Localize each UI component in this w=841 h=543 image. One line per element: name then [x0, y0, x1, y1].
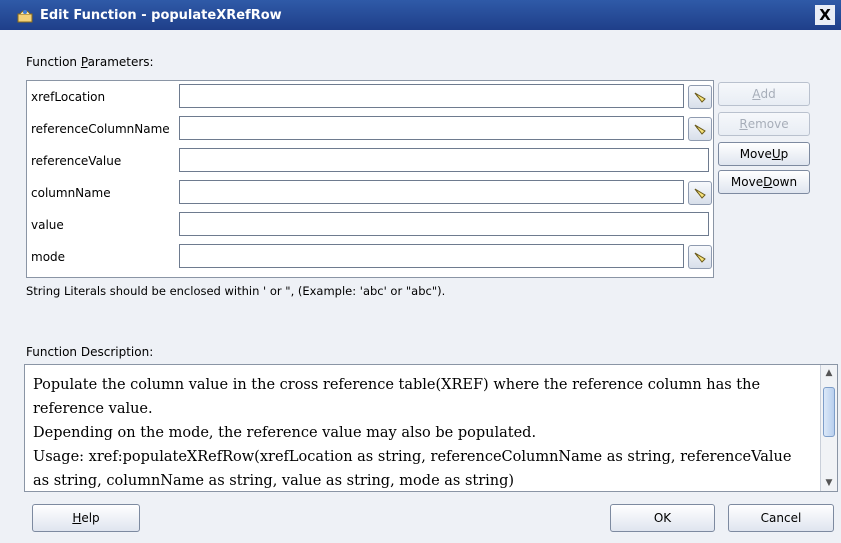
param-value-input[interactable] — [179, 212, 709, 236]
edit-function-dialog: Edit Function - populateXRefRow X Functi… — [0, 0, 841, 543]
string-literals-hint: String Literals should be enclosed withi… — [26, 284, 446, 298]
move-up-pre: Move — [739, 147, 772, 161]
help-button[interactable]: Help — [32, 504, 140, 532]
param-value-input[interactable] — [179, 116, 684, 140]
heading-pre: Function — [26, 55, 81, 69]
close-button[interactable]: X — [815, 5, 835, 25]
title-bar[interactable]: Edit Function - populateXRefRow X — [0, 0, 841, 30]
move-down-rest: own — [772, 175, 798, 189]
move-up-mnemonic: U — [771, 147, 781, 161]
param-name: referenceColumnName — [31, 122, 170, 136]
param-value-input[interactable] — [179, 244, 684, 268]
description-line: Depending on the mode, the reference val… — [33, 425, 537, 441]
function-description-heading: Function Description: — [26, 345, 154, 359]
app-icon — [16, 6, 34, 24]
param-name: referenceValue — [31, 154, 122, 168]
move-up-rest: p — [780, 147, 789, 161]
param-row: columnName — [27, 177, 713, 209]
param-value-input[interactable] — [179, 148, 709, 172]
remove-mnemonic: R — [739, 117, 748, 131]
add-mnemonic: A — [752, 87, 761, 101]
description-line: Usage: xref:populateXRefRow(xrefLocation… — [33, 449, 792, 465]
move-down-button[interactable]: Move Down — [718, 170, 810, 194]
function-description-area[interactable]: Populate the column value in the cross r… — [24, 364, 838, 492]
dialog-title: Edit Function - populateXRefRow — [40, 7, 282, 23]
expression-builder-icon[interactable] — [688, 181, 712, 205]
description-scrollbar[interactable]: ▲ ▼ — [820, 365, 837, 491]
scroll-down-icon[interactable]: ▼ — [823, 477, 835, 489]
param-row: mode — [27, 241, 713, 273]
description-line: reference value. — [33, 401, 153, 417]
heading-post: arameters: — [87, 55, 154, 69]
add-label-rest: dd — [760, 87, 776, 101]
remove-button[interactable]: Remove — [718, 112, 810, 136]
description-text: Populate the column value in the cross r… — [33, 373, 813, 491]
scroll-thumb[interactable] — [823, 387, 835, 437]
param-row: value — [27, 209, 713, 241]
expression-builder-icon[interactable] — [688, 85, 712, 109]
param-row: referenceValue — [27, 145, 713, 177]
cancel-button[interactable]: Cancel — [728, 504, 834, 532]
param-name: value — [31, 218, 64, 232]
param-row: referenceColumnName — [27, 113, 713, 145]
parameters-table: xrefLocation referenceColumnName referen… — [26, 80, 714, 278]
heading-mnemonic: P — [80, 55, 88, 69]
description-line: as string, columnName as string, value a… — [33, 473, 515, 489]
param-name: columnName — [31, 186, 111, 200]
scroll-up-icon[interactable]: ▲ — [823, 367, 835, 379]
move-down-pre: Move — [730, 175, 764, 189]
function-parameters-heading: Function Parameters: — [26, 55, 154, 69]
help-mnemonic: H — [72, 511, 82, 525]
move-down-mnemonic: D — [763, 175, 773, 189]
help-label-rest: elp — [81, 511, 100, 525]
add-button[interactable]: Add — [718, 82, 810, 106]
param-name: xrefLocation — [31, 90, 106, 104]
expression-builder-icon[interactable] — [688, 245, 712, 269]
param-name: mode — [31, 250, 66, 264]
param-value-input[interactable] — [179, 84, 684, 108]
param-row: xrefLocation — [27, 81, 713, 113]
expression-builder-icon[interactable] — [688, 117, 712, 141]
ok-button[interactable]: OK — [610, 504, 715, 532]
param-value-input[interactable] — [179, 180, 684, 204]
remove-label-rest: emove — [747, 117, 789, 131]
move-up-button[interactable]: Move Up — [718, 142, 810, 166]
description-line: Populate the column value in the cross r… — [33, 377, 761, 393]
